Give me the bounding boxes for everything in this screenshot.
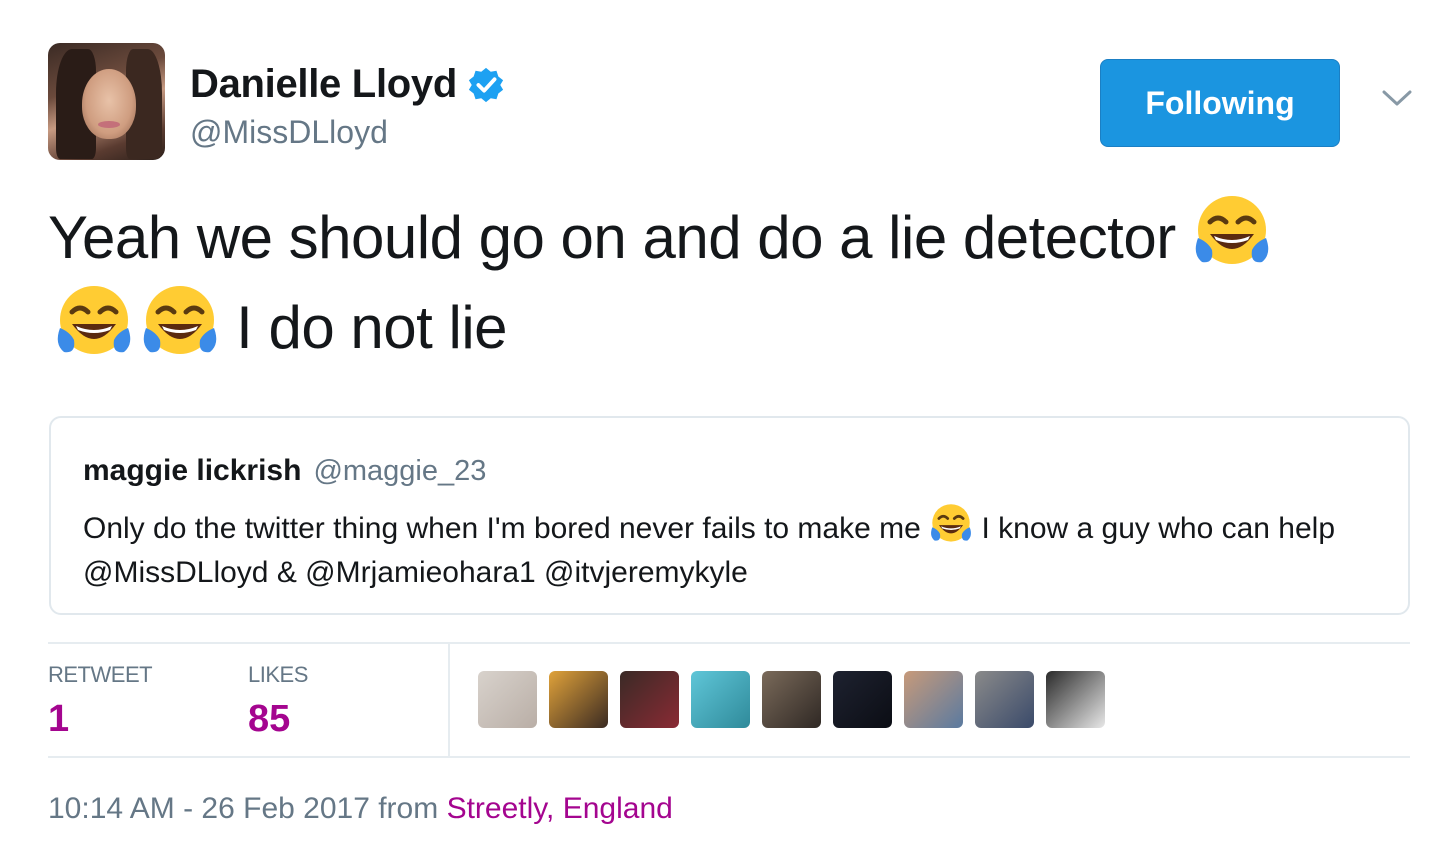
liker-avatar[interactable]	[620, 671, 679, 728]
tweet-metadata: 10:14 AM - 26 Feb 2017 from Streetly, En…	[48, 792, 673, 826]
quoted-text-part1: Only do the twitter thing when I'm bored…	[83, 512, 930, 545]
liker-avatar[interactable]	[975, 671, 1034, 728]
stats-top-divider	[48, 642, 1410, 644]
author-handle[interactable]: @MissDLloyd	[190, 114, 388, 151]
tweet-text-part2: I do not lie	[220, 294, 508, 361]
avatar-face	[82, 69, 136, 139]
retweet-label: RETWEET	[48, 662, 153, 687]
tears-of-joy-emoji-icon	[143, 286, 217, 354]
liker-avatar[interactable]	[833, 671, 892, 728]
tweet-location-link[interactable]: Streetly, England	[447, 792, 673, 825]
quoted-author-handle: @maggie_23	[313, 455, 487, 487]
tears-of-joy-emoji-icon	[57, 286, 131, 354]
author-display-name[interactable]: Danielle Lloyd	[190, 62, 457, 107]
author-name-line[interactable]: Danielle Lloyd	[190, 62, 505, 107]
liker-avatar[interactable]	[762, 671, 821, 728]
quoted-author-name: maggie lickrish	[83, 454, 302, 487]
retweet-count[interactable]: 1	[48, 698, 152, 741]
liker-avatar[interactable]	[1046, 671, 1105, 728]
likes-count[interactable]: 85	[248, 698, 308, 741]
liker-avatars	[478, 671, 1105, 728]
retweet-stat[interactable]: RETWEET 1	[48, 662, 153, 741]
following-button[interactable]: Following	[1100, 59, 1340, 147]
liker-avatar[interactable]	[904, 671, 963, 728]
tweet-text-part1: Yeah we should go on and do a lie detect…	[48, 204, 1192, 271]
tears-of-joy-emoji-icon	[1195, 196, 1269, 264]
chevron-down-icon[interactable]	[1380, 86, 1414, 110]
likes-label: LIKES	[248, 662, 308, 687]
liker-avatar[interactable]	[549, 671, 608, 728]
stats-bottom-divider	[48, 756, 1410, 758]
liker-avatar[interactable]	[478, 671, 537, 728]
quoted-tweet-header: maggie lickrish @maggie_23	[83, 454, 486, 488]
stats-vertical-divider	[448, 643, 450, 756]
tweet-text: Yeah we should go on and do a lie detect…	[48, 192, 1418, 372]
author-avatar[interactable]	[48, 43, 165, 160]
avatar-lips	[98, 121, 120, 128]
quoted-tweet-text: Only do the twitter thing when I'm bored…	[83, 502, 1393, 595]
tears-of-joy-emoji-icon	[931, 504, 972, 542]
verified-badge-icon	[468, 67, 504, 102]
tweet-timestamp[interactable]: 10:14 AM - 26 Feb 2017 from	[48, 792, 447, 825]
liker-avatar[interactable]	[691, 671, 750, 728]
likes-stat[interactable]: LIKES 85	[248, 662, 308, 741]
quoted-tweet-card[interactable]: maggie lickrish @maggie_23 Only do the t…	[49, 416, 1410, 615]
